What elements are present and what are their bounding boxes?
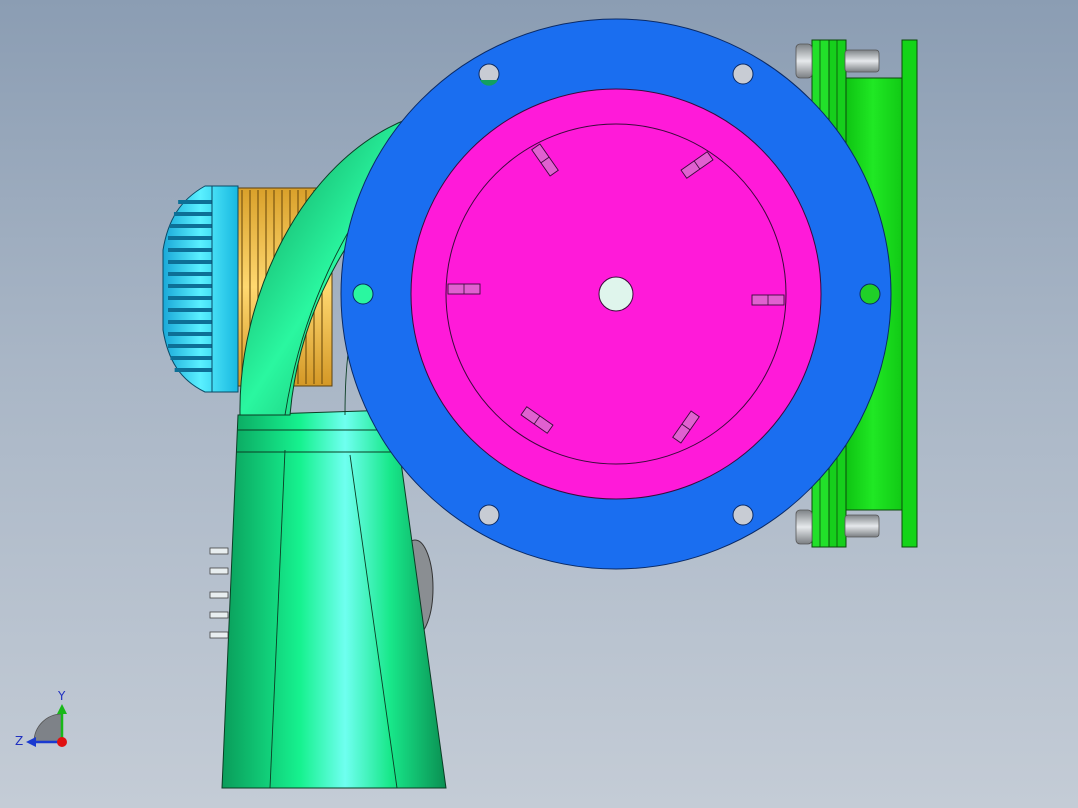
cad-viewport[interactable]: Y Z <box>0 0 1078 808</box>
motor-fin <box>168 332 212 336</box>
impeller-face[interactable] <box>410 88 822 500</box>
axis-triad: Y Z <box>15 689 67 748</box>
impeller-slot <box>447 283 481 295</box>
z-axis-label: Z <box>15 734 23 748</box>
motor-fin <box>168 344 212 348</box>
flange-hole[interactable] <box>732 504 754 526</box>
motor-fin <box>168 284 212 288</box>
mount-flange-outer[interactable] <box>901 39 918 548</box>
motor-fin <box>174 368 212 372</box>
motor-fin <box>169 224 212 228</box>
motor-fin <box>168 248 212 252</box>
triad-arc <box>33 713 63 743</box>
y-axis-label: Y <box>57 689 66 703</box>
z-axis-arrow <box>26 737 36 747</box>
motor-fin-cap[interactable] <box>162 185 239 393</box>
impeller-slot <box>751 294 785 306</box>
motor-fin <box>178 200 212 204</box>
x-axis-dot <box>57 737 67 747</box>
motor-fin <box>168 236 212 240</box>
motor-fin <box>168 320 212 324</box>
motor-fin <box>170 356 212 360</box>
motor-fin <box>168 272 212 276</box>
motor-fin <box>168 260 212 264</box>
duct-tabs <box>209 547 229 639</box>
flange-hole[interactable] <box>732 63 754 85</box>
motor-fin <box>168 308 212 312</box>
motor-fin <box>173 212 212 216</box>
shaft-bore[interactable] <box>598 276 634 312</box>
flange-hole[interactable] <box>859 283 881 305</box>
flange-hole[interactable] <box>352 283 374 305</box>
y-axis-arrow <box>57 704 67 714</box>
flange-hole[interactable] <box>478 504 500 526</box>
motor-fin <box>168 296 212 300</box>
